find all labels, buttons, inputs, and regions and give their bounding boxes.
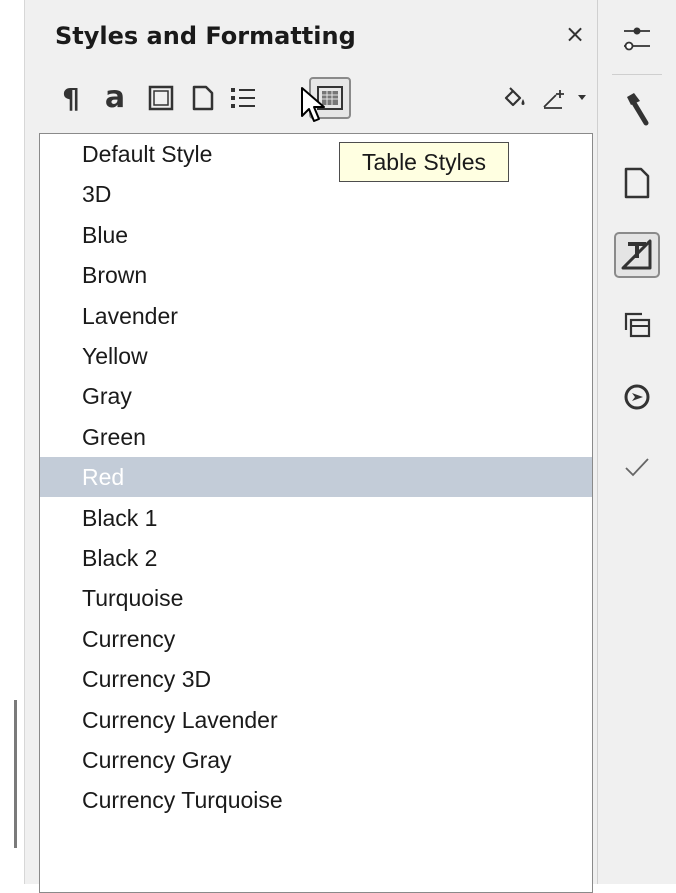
fill-format-mode-button[interactable] — [497, 80, 533, 116]
gallery-icon — [624, 312, 651, 338]
sidebar-tab-style-inspector[interactable] — [614, 232, 660, 278]
new-style-from-selection-button[interactable] — [537, 80, 573, 116]
mouse-pointer-icon — [301, 87, 325, 122]
style-list-item[interactable]: Blue — [40, 215, 592, 255]
style-list-item[interactable]: Currency Lavender — [40, 700, 592, 740]
sidebar-separator — [612, 74, 662, 75]
style-list-item[interactable]: Brown — [40, 255, 592, 295]
frame-styles-icon — [148, 85, 174, 111]
style-list-item[interactable]: Red — [40, 457, 592, 498]
style-list-item[interactable]: Currency — [40, 619, 592, 659]
style-list-item[interactable]: 3D — [40, 174, 592, 214]
styles-deck: Styles and Formatting × ¶ a Default Styl… — [24, 0, 597, 893]
style-list-item[interactable]: Default Style — [40, 134, 592, 174]
frame-styles-button[interactable] — [143, 80, 179, 116]
sidebar-tab-properties[interactable] — [614, 16, 660, 62]
panel-title: Styles and Formatting — [55, 22, 356, 50]
style-inspector-icon — [621, 239, 652, 270]
page-styles-icon — [192, 85, 214, 111]
styles-icon — [627, 93, 649, 126]
style-list-item[interactable]: Black 2 — [40, 538, 592, 578]
tooltip-table-styles: Table Styles — [339, 142, 509, 182]
character-styles-icon: a — [104, 80, 126, 115]
style-list-item[interactable]: Gray — [40, 376, 592, 416]
list-styles-button[interactable] — [225, 80, 261, 116]
sidebar-tab-gallery[interactable] — [614, 302, 660, 348]
list-styles-icon — [231, 88, 255, 108]
character-styles-button[interactable]: a — [97, 80, 133, 116]
sidebar-tabbar — [597, 0, 676, 884]
sidebar-tab-styles[interactable] — [614, 86, 660, 132]
manage-changes-icon — [625, 458, 649, 477]
style-list-item[interactable]: Lavender — [40, 296, 592, 336]
paragraph-styles-button[interactable]: ¶ — [53, 80, 89, 116]
properties-icon — [624, 27, 650, 51]
close-panel-button[interactable]: × — [561, 20, 589, 48]
document-edge — [0, 0, 24, 884]
style-list-item[interactable]: Green — [40, 417, 592, 457]
style-list-item[interactable]: Currency Turquoise — [40, 780, 592, 820]
document-edge-marker — [14, 700, 17, 848]
page-styles-button[interactable] — [185, 80, 221, 116]
style-list-item[interactable]: Black 1 — [40, 498, 592, 538]
sidebar-tab-manage-changes[interactable] — [614, 444, 660, 490]
style-list-item[interactable]: Yellow — [40, 336, 592, 376]
dropdown-arrow-icon — [578, 95, 586, 100]
navigator-icon — [624, 384, 650, 410]
style-list-item[interactable]: Turquoise — [40, 578, 592, 618]
new-style-from-selection-icon — [543, 90, 564, 109]
sidebar-tab-page[interactable] — [614, 160, 660, 206]
fill-format-mode-icon — [504, 87, 525, 107]
style-actions-dropdown[interactable] — [569, 80, 595, 116]
style-list-item[interactable]: Currency Gray — [40, 740, 592, 780]
sidebar-tab-navigator[interactable] — [614, 374, 660, 420]
style-list-item[interactable]: Currency 3D — [40, 659, 592, 699]
page-icon — [624, 167, 650, 199]
style-list[interactable]: Default Style 3D Blue Brown Lavender Yellow Gr… — [39, 133, 593, 893]
paragraph-styles-icon: ¶ — [62, 81, 80, 115]
